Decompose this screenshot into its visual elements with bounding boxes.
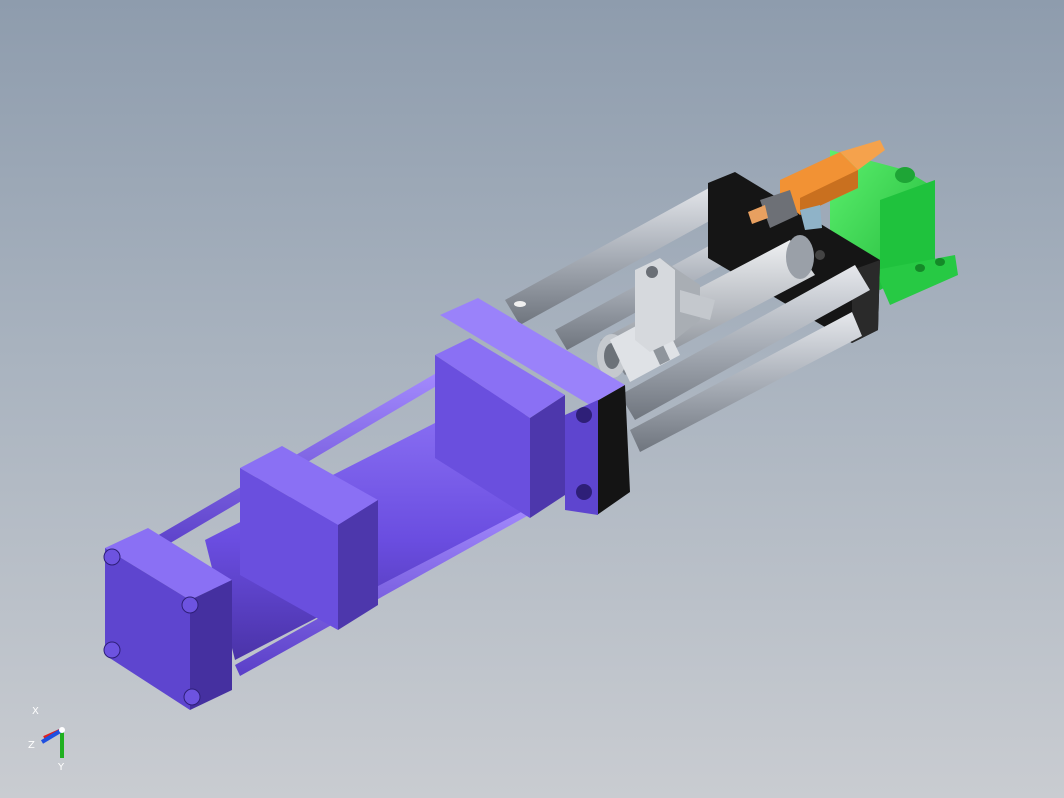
assembly-model[interactable] (103, 140, 958, 710)
cad-viewport[interactable]: X Y Z (0, 0, 1064, 798)
triad-x-label: X (32, 706, 39, 717)
triad-z-label: Z (28, 740, 35, 751)
triad-y-label: Y (57, 762, 65, 773)
coordinate-triad: X Y Z (28, 706, 65, 773)
